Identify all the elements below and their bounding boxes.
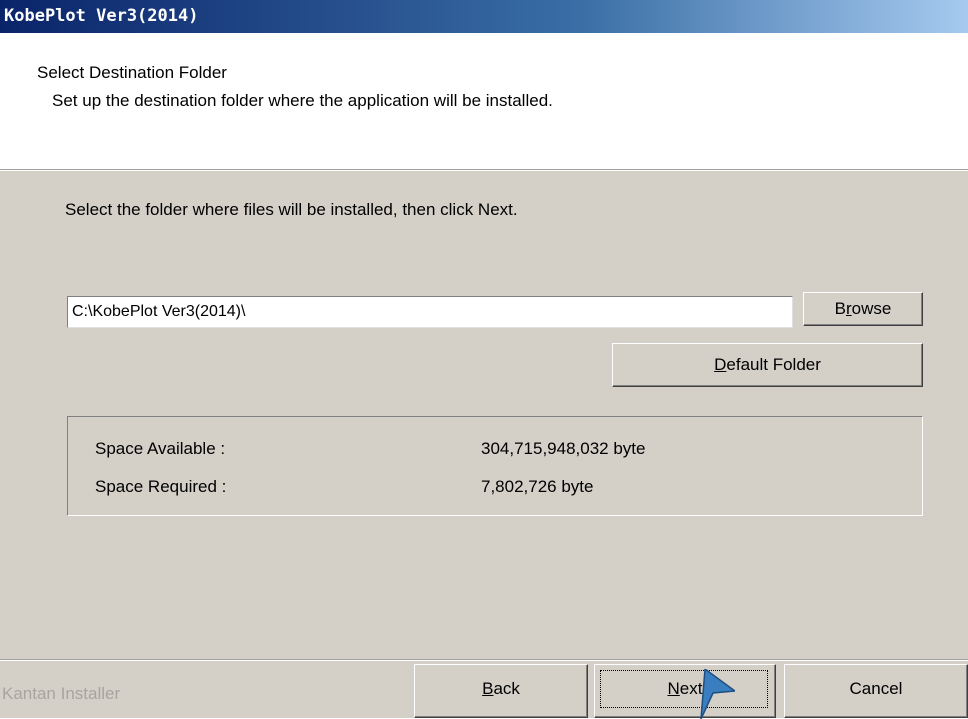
- space-required-value: 7,802,726 byte: [481, 477, 594, 496]
- footer-divider-highlight: [0, 660, 968, 661]
- instruction-text: Select the folder where files will be in…: [65, 200, 518, 219]
- page-title: Select Destination Folder: [37, 63, 227, 82]
- browse-button[interactable]: Browse: [803, 292, 923, 326]
- back-button[interactable]: Back: [414, 664, 588, 718]
- default-folder-button[interactable]: Default Folder: [612, 343, 923, 387]
- window-titlebar[interactable]: KobePlot Ver3(2014): [0, 0, 968, 33]
- pointer-arrow-icon: [700, 669, 735, 719]
- space-available-value: 304,715,948,032 byte: [481, 439, 646, 458]
- cancel-button[interactable]: Cancel: [784, 664, 968, 718]
- destination-path-value: C:\KobePlot Ver3(2014)\: [72, 303, 246, 320]
- installer-brand-label: Kantan Installer: [2, 684, 121, 703]
- page-subtitle: Set up the destination folder where the …: [52, 91, 553, 110]
- wizard-body: Select the folder where files will be in…: [0, 171, 968, 718]
- space-required-label: Space Required :: [95, 477, 227, 496]
- window-title: KobePlot Ver3(2014): [4, 6, 199, 26]
- space-available-label: Space Available :: [95, 439, 226, 458]
- wizard-header: Select Destination Folder Set up the des…: [0, 33, 968, 169]
- destination-path-input[interactable]: C:\KobePlot Ver3(2014)\: [67, 296, 793, 328]
- disk-space-panel: Space Available : 304,715,948,032 byte S…: [67, 416, 923, 516]
